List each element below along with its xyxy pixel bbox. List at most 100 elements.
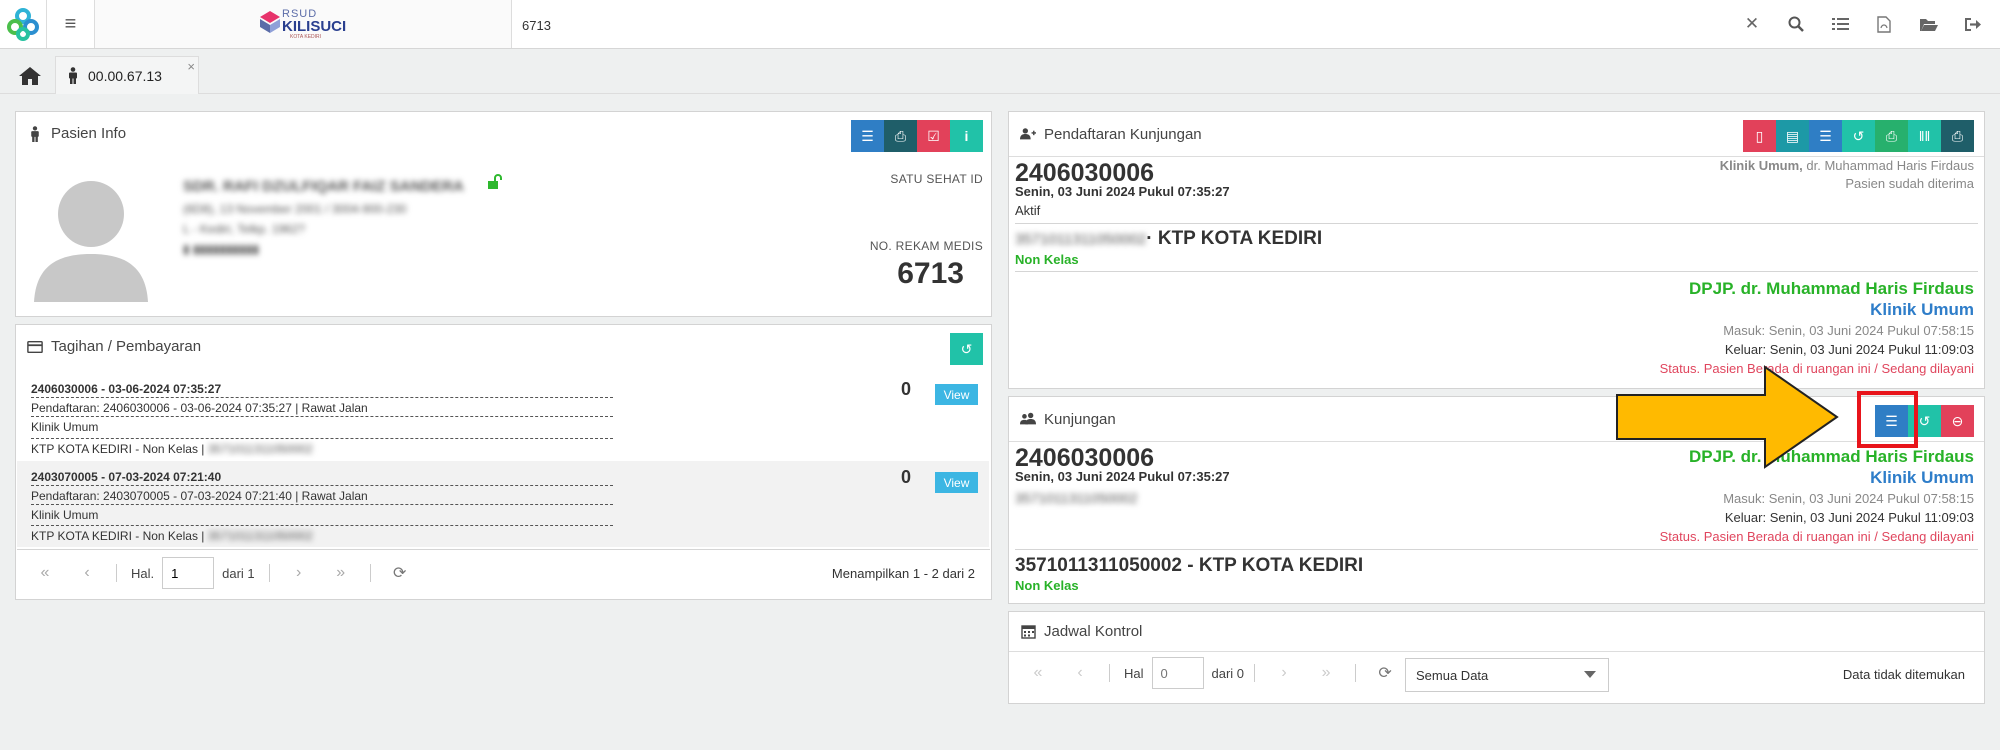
keluar-time: Keluar: Senin, 03 Juni 2024 Pukul 11:09:… (1724, 342, 1974, 357)
info-icon: i (964, 128, 969, 144)
dpjp-label: DPJP. dr. Muhammad Haris Firdaus (1689, 279, 1974, 298)
first-page-icon[interactable]: « (1017, 664, 1059, 682)
view-button[interactable]: View (935, 384, 978, 405)
check-square-icon: ☑ (927, 127, 940, 144)
pasien-info-header: Pasien Info (16, 112, 991, 155)
folder-open-icon[interactable] (1915, 17, 1941, 32)
list-icon[interactable] (1827, 17, 1853, 31)
print-icon: ⎙ (1951, 127, 1964, 144)
pdf-icon[interactable] (1871, 15, 1897, 33)
print-button[interactable]: ⎙ (884, 120, 917, 152)
print-label-button[interactable]: ⎙ (1941, 120, 1974, 152)
bill-ktp: KTP KOTA KEDIRI - Non Kelas | 3571011311… (31, 525, 613, 543)
list-button[interactable]: ☰ (1809, 120, 1842, 152)
hospital-logo: RSUD KILISUCI KOTA KEDIRI (260, 9, 346, 40)
print-button[interactable]: ⎙ (1875, 120, 1908, 152)
jadwal-pager: « ‹ Hal dari 0 › » ⟳ (1017, 657, 1406, 689)
refresh-icon[interactable]: ⟳ (379, 563, 421, 583)
last-page-icon[interactable]: » (320, 564, 362, 582)
page-input[interactable] (1151, 657, 1204, 689)
pendaftaran-clinic-name: Klinik Umum, (1719, 158, 1803, 173)
next-page-icon[interactable]: › (1263, 664, 1305, 682)
page-input[interactable] (162, 557, 215, 589)
logout-icon[interactable] (1959, 17, 1985, 32)
annotation-highlight-box (1857, 391, 1918, 448)
prev-page-icon[interactable]: ‹ (1059, 664, 1101, 682)
masuk-time: Masuk: Senin, 03 Juni 2024 Pukul 07:58:1… (1723, 491, 1974, 506)
tagihan-header: Tagihan / Pembayaran (16, 325, 991, 368)
jadwal-empty: Data tidak ditemukan (1842, 667, 1965, 682)
search-input[interactable] (522, 14, 1422, 36)
avatar (34, 181, 148, 302)
pasien-info-title: Pasien Info (51, 125, 127, 142)
top-toolbar: ✕ (1739, 0, 1985, 48)
history-button[interactable]: ↺ (950, 333, 983, 365)
app-logo-icon (7, 8, 39, 41)
bill-header: 2403070005 - 07-03-2024 07:21:40 (31, 470, 613, 486)
history-icon: ↺ (1918, 412, 1931, 429)
first-page-icon[interactable]: « (24, 564, 66, 582)
next-page-icon[interactable]: › (278, 564, 320, 582)
tagihan-pager: « ‹ Hal. dari 1 › » ⟳ (24, 557, 421, 589)
last-page-icon[interactable]: » (1305, 664, 1347, 682)
tab-close-button[interactable]: × (187, 59, 195, 74)
klinik-label: Klinik Umum (1870, 300, 1974, 319)
search-icon[interactable] (1783, 16, 1809, 32)
divider (116, 564, 117, 582)
patient-tab-label: 00.00.67.13 (88, 67, 162, 84)
top-bar: ≡ RSUD KILISUCI KOTA KEDIRI ✕ (0, 0, 2000, 49)
filter-select[interactable]: Semua Data (1405, 658, 1609, 692)
dari-label: dari 1 (222, 565, 255, 581)
annotation-arrow (1616, 365, 1839, 469)
bill-ktp-number: 3571011311050002 (207, 442, 313, 456)
brand-area: RSUD KILISUCI KOTA KEDIRI (95, 0, 512, 48)
pendaftaran-date: Senin, 03 Juni 2024 Pukul 07:35:27 (1015, 184, 1230, 199)
divider (1015, 549, 1978, 550)
print-icon: ⎙ (894, 127, 907, 144)
refresh-icon[interactable]: ⟳ (1364, 663, 1406, 683)
home-tab[interactable] (14, 64, 46, 88)
prev-page-icon[interactable]: ‹ (66, 564, 108, 582)
hal-label: Hal. (131, 565, 155, 581)
minus-circle-icon: ⊖ (1951, 412, 1964, 429)
app-logo[interactable] (0, 0, 47, 48)
card-button[interactable]: ▤ (1776, 120, 1809, 152)
satu-sehat-label: SATU SEHAT ID (890, 172, 983, 186)
divider (1015, 271, 1978, 272)
bill-klinik: Klinik Umum (31, 420, 99, 434)
pendaftaran-ktp: 3571011311050002· KTP KOTA KEDIRI (1015, 228, 1322, 250)
bill-amount: 0 (901, 467, 912, 487)
ktp-number: 3571011311050002 (1015, 231, 1147, 248)
info-button[interactable]: i (950, 120, 983, 152)
dari-label: dari 0 (1211, 665, 1245, 681)
patient-tab[interactable]: 00.00.67.13 × (55, 56, 199, 94)
search-area: ✕ (512, 0, 2000, 48)
barcode-button[interactable]: ‖‖ (1908, 120, 1941, 152)
divider (1355, 664, 1357, 682)
list-button[interactable]: ☰ (851, 120, 884, 152)
ktp-label: · KTP KOTA KEDIRI (1146, 228, 1323, 249)
pasien-info-actions: ☰ ⎙ ☑ i (851, 120, 983, 152)
pendaftaran-accepted: Pasien sudah diterima (1845, 176, 1974, 191)
menu-toggle-button[interactable]: ≡ (47, 0, 95, 48)
person-icon (27, 125, 43, 142)
view-button[interactable]: View (935, 472, 978, 493)
close-icon[interactable]: ✕ (1739, 14, 1765, 34)
id-card-icon: ▤ (1785, 127, 1800, 144)
list-icon: ☰ (1819, 127, 1832, 144)
pasien-info-panel: Pasien Info ☰ ⎙ ☑ i SDR. RAFI DZULFIQAR … (15, 111, 992, 317)
kunjungan-date: Senin, 03 Juni 2024 Pukul 07:35:27 (1015, 469, 1230, 484)
jadwal-panel: Jadwal Kontrol « ‹ Hal dari 0 › » ⟳ Semu… (1008, 611, 1985, 704)
patient-birth-info: (6D8), 13 November 2001 / 3004-900-230 (183, 202, 407, 216)
kunjungan-ktp: 3571011311050002 - KTP KOTA KEDIRI (1015, 555, 1364, 576)
kunjungan-kelas: Non Kelas (1015, 578, 1079, 593)
pendaftaran-status: Aktif (1015, 203, 1041, 218)
cancel-visit-button[interactable]: ⊖ (1941, 405, 1974, 437)
unlock-icon[interactable] (486, 174, 502, 195)
checklist-button[interactable]: ☑ (917, 120, 950, 152)
patient-address: L - Kediri, Telkp. 1962? (183, 222, 306, 236)
tagihan-title: Tagihan / Pembayaran (51, 338, 202, 355)
pdf-button[interactable]: ▯ (1743, 120, 1776, 152)
person-icon (69, 67, 77, 84)
history-button[interactable]: ↺ (1842, 120, 1875, 152)
